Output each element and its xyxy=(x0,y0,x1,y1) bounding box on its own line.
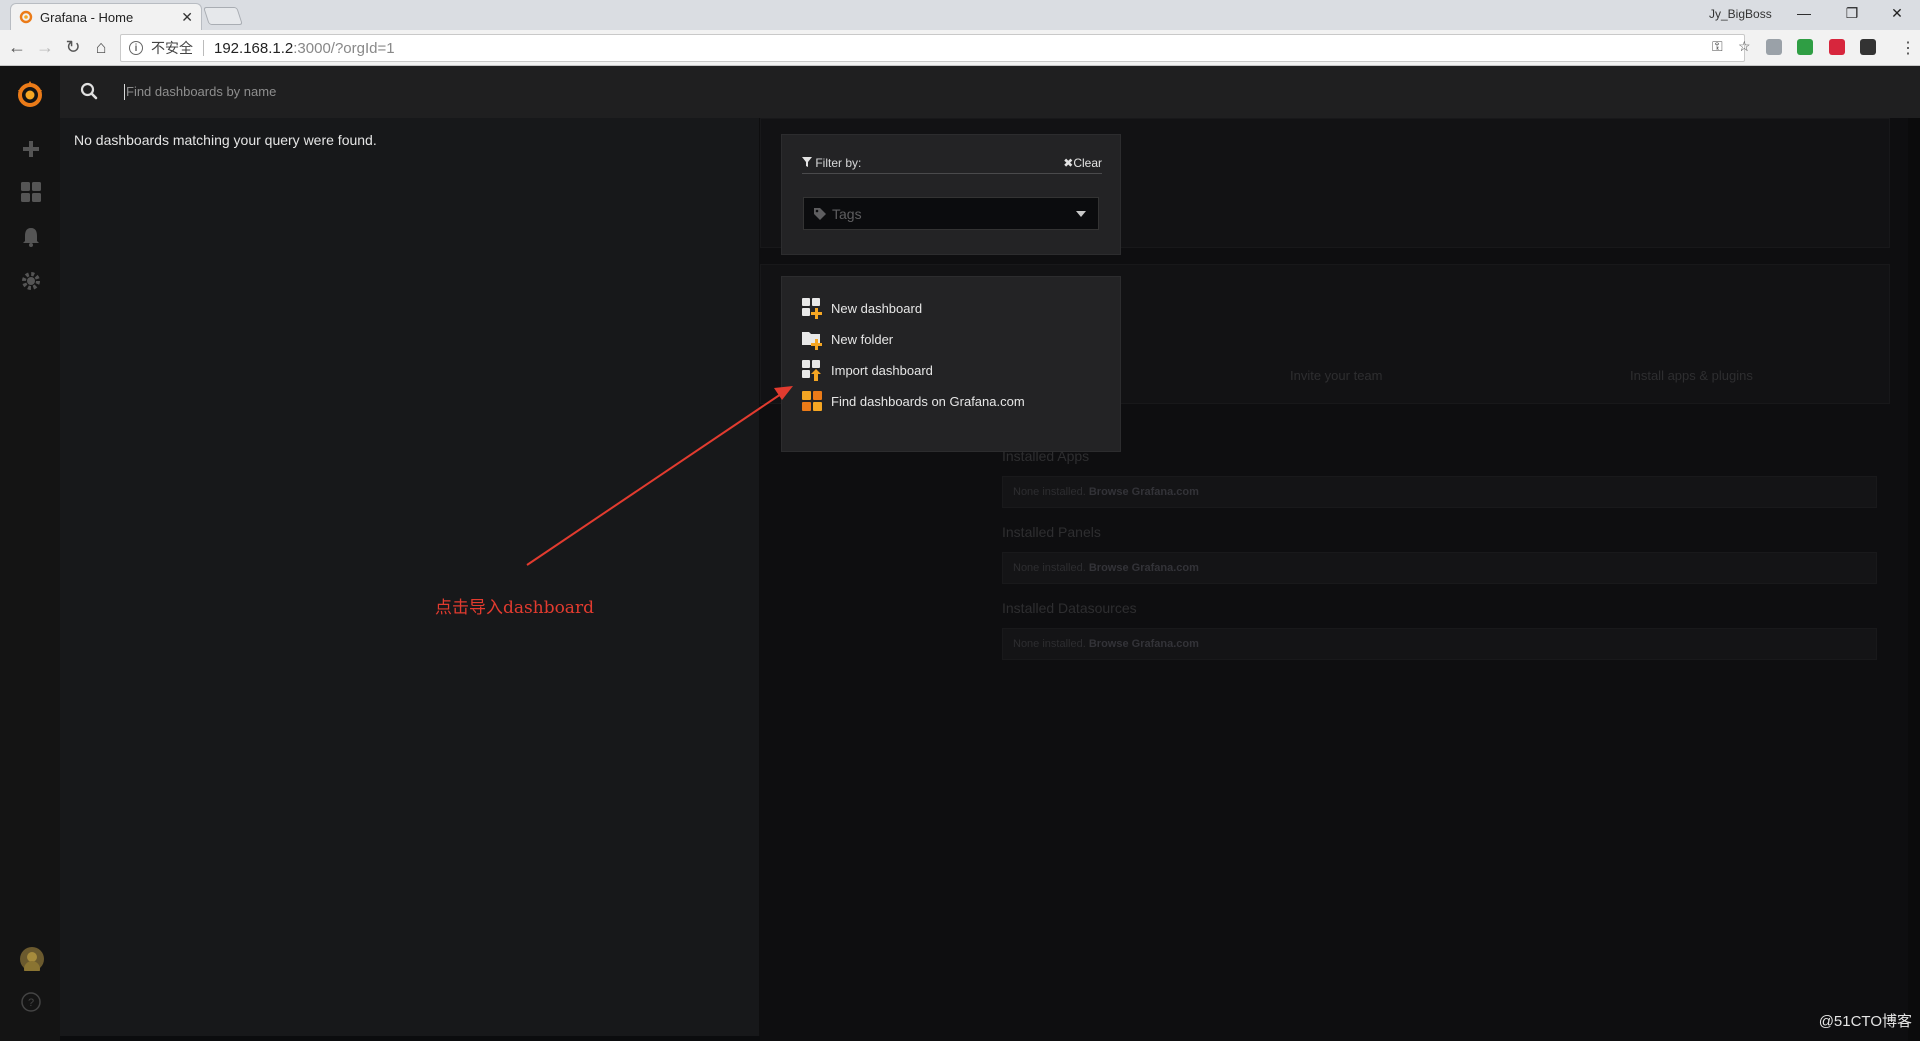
search-input[interactable]: Find dashboards by name xyxy=(124,84,276,100)
create-plus-icon[interactable] xyxy=(20,138,42,160)
notification-extension-icon[interactable] xyxy=(1860,39,1876,55)
installed-datasources-heading: Installed Datasources xyxy=(1002,600,1137,616)
info-icon[interactable]: i xyxy=(129,41,143,55)
extension-icon[interactable] xyxy=(1766,39,1782,55)
home-icon[interactable]: ⌂ xyxy=(89,37,113,57)
tab-title: Grafana - Home xyxy=(40,9,134,25)
installed-apps-row: None installed. Browse Grafana.com xyxy=(1002,476,1877,508)
pocket-extension-icon[interactable] xyxy=(1829,39,1845,55)
browser-toolbar: ← → ↻ ⌂ i 不安全 192.168.1.2 :3000/?orgId=1… xyxy=(0,30,1920,66)
new-dashboard-button[interactable]: New dashboard xyxy=(802,296,922,320)
minimize-button[interactable]: — xyxy=(1784,5,1824,21)
tags-select[interactable]: Tags xyxy=(803,197,1099,230)
install-apps-label: Install apps & plugins xyxy=(1630,368,1753,383)
browser-tab[interactable]: Grafana - Home ✕ xyxy=(10,3,202,30)
search-icon xyxy=(80,82,98,105)
back-arrow-icon[interactable]: ← xyxy=(5,37,29,57)
installed-panels-heading: Installed Panels xyxy=(1002,524,1101,540)
new-dashboard-label: New dashboard xyxy=(831,300,923,316)
import-dashboard-icon xyxy=(802,359,823,381)
clear-label: Clear xyxy=(1073,156,1102,170)
dashboards-grid-icon[interactable] xyxy=(20,181,42,203)
invite-team-label: Invite your team xyxy=(1290,368,1383,383)
browse-link[interactable]: Browse Grafana.com xyxy=(1089,562,1199,574)
security-label: 不安全 xyxy=(151,40,193,56)
import-dashboard-button[interactable]: Import dashboard xyxy=(802,358,933,382)
forward-arrow-icon[interactable]: → xyxy=(33,37,57,57)
help-question-icon[interactable]: ? xyxy=(20,991,42,1013)
svg-text:?: ? xyxy=(28,997,34,1009)
url-host: 192.168.1.2 xyxy=(214,39,294,57)
find-dashboards-label: Find dashboards on Grafana.com xyxy=(831,393,1025,409)
address-bar[interactable]: i 不安全 192.168.1.2 :3000/?orgId=1 xyxy=(120,34,1745,62)
bookmark-star-icon[interactable]: ☆ xyxy=(1738,38,1751,55)
home-dashboard-backdrop: Invite your team Install apps & plugins … xyxy=(760,118,1920,1041)
alerting-bell-icon[interactable] xyxy=(20,226,42,248)
filter-title: Filter by: xyxy=(802,156,861,173)
dashboard-search-bar: Find dashboards by name xyxy=(60,66,1920,118)
grafana-com-icon xyxy=(802,390,823,412)
chevron-down-icon xyxy=(1076,211,1086,217)
new-folder-icon xyxy=(802,329,823,350)
grafana-favicon-icon xyxy=(19,10,33,24)
find-dashboards-link[interactable]: Find dashboards on Grafana.com xyxy=(802,389,1025,413)
clear-x-icon: ✖ xyxy=(1063,156,1074,170)
configuration-gear-icon[interactable] xyxy=(20,270,42,292)
grafana-logo-icon[interactable] xyxy=(14,78,46,110)
filter-title-text: Filter by: xyxy=(815,156,862,170)
import-dashboard-label: Import dashboard xyxy=(831,362,933,378)
url-path: :3000/?orgId=1 xyxy=(293,39,395,57)
tag-icon xyxy=(814,207,826,220)
address-separator xyxy=(203,40,204,56)
shield-extension-icon[interactable] xyxy=(1797,39,1813,55)
installed-datasources-row: None installed. Browse Grafana.com xyxy=(1002,628,1877,660)
user-avatar[interactable] xyxy=(20,947,44,977)
dashboard-actions-panel: New dashboard New folder Import dashboar… xyxy=(781,276,1121,452)
filter-header: Filter by: ✖Clear xyxy=(802,156,1102,174)
clear-filter-button[interactable]: ✖Clear xyxy=(1063,156,1102,173)
filter-funnel-icon xyxy=(802,157,812,167)
reload-icon[interactable]: ↻ xyxy=(61,37,85,57)
none-installed-text: None installed. xyxy=(1013,562,1086,574)
installed-panels-row: None installed. Browse Grafana.com xyxy=(1002,552,1877,584)
side-menu: ? xyxy=(0,66,60,1041)
new-dashboard-icon xyxy=(802,297,823,319)
new-folder-button[interactable]: New folder xyxy=(802,327,893,351)
search-results-pane: No dashboards matching your query were f… xyxy=(60,118,760,1036)
none-installed-text: None installed. xyxy=(1013,638,1086,650)
browser-tabbar: Grafana - Home ✕ Jy_BigBoss — ❐ ✕ xyxy=(0,0,1920,30)
browse-link[interactable]: Browse Grafana.com xyxy=(1089,638,1199,650)
tab-close-icon[interactable]: ✕ xyxy=(181,9,193,26)
restore-button[interactable]: ❐ xyxy=(1832,5,1872,22)
browse-link[interactable]: Browse Grafana.com xyxy=(1089,486,1199,498)
watermark: @51CTO博客 xyxy=(1818,1013,1912,1030)
filter-panel: Filter by: ✖Clear Tags xyxy=(781,134,1121,255)
key-icon[interactable]: ⚿ xyxy=(1712,38,1723,55)
none-installed-text: None installed. xyxy=(1013,486,1086,498)
new-tab-button[interactable] xyxy=(203,7,243,25)
tags-placeholder: Tags xyxy=(832,205,862,222)
profile-name[interactable]: Jy_BigBoss xyxy=(1709,7,1772,21)
menu-kebab-icon[interactable]: ⋮ xyxy=(1900,38,1916,58)
new-folder-label: New folder xyxy=(831,331,894,347)
vertical-scrollbar[interactable] xyxy=(1908,118,1920,1041)
window-close-button[interactable]: ✕ xyxy=(1877,5,1917,22)
annotation-text: 点击导入dashboard xyxy=(435,598,594,618)
no-results-message: No dashboards matching your query were f… xyxy=(74,132,377,148)
